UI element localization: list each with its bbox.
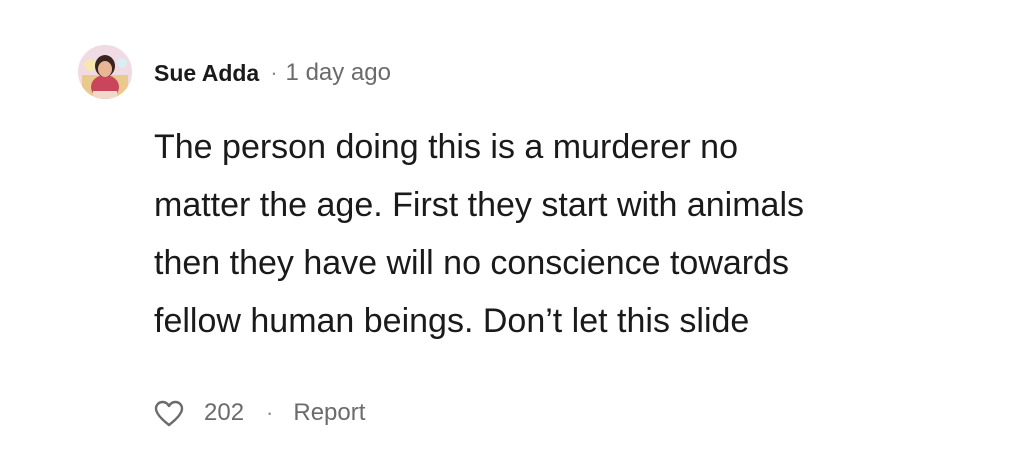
like-count: 202: [204, 399, 245, 426]
header-separator: ·: [270, 60, 278, 85]
comment-body-line: then they have will no conscience toward…: [154, 244, 790, 282]
comment-timestamp: 1 day ago: [285, 59, 391, 86]
author-name[interactable]: Sue Adda: [154, 60, 259, 87]
comment-card: Sue Adda · 1 day ago The person doing th…: [0, 0, 1024, 453]
heart-outline-icon: [154, 400, 184, 426]
avatar[interactable]: [78, 45, 132, 99]
comment-body-line: fellow human beings. Don’t let this slid…: [154, 302, 750, 340]
avatar-photo-icon: [78, 45, 132, 99]
report-link[interactable]: Report: [293, 399, 365, 427]
comment-header: Sue Adda · 1 day ago: [154, 58, 391, 88]
like-button[interactable]: 202: [154, 399, 244, 427]
comment-body-line: matter the age. First they start with an…: [154, 186, 805, 224]
comment-body-line: The person doing this is a murderer no: [154, 128, 738, 166]
comment-actions: 202 · Report: [154, 395, 365, 431]
comment-body: The person doing this is a murderer no m…: [154, 118, 974, 350]
actions-separator: ·: [266, 400, 274, 425]
